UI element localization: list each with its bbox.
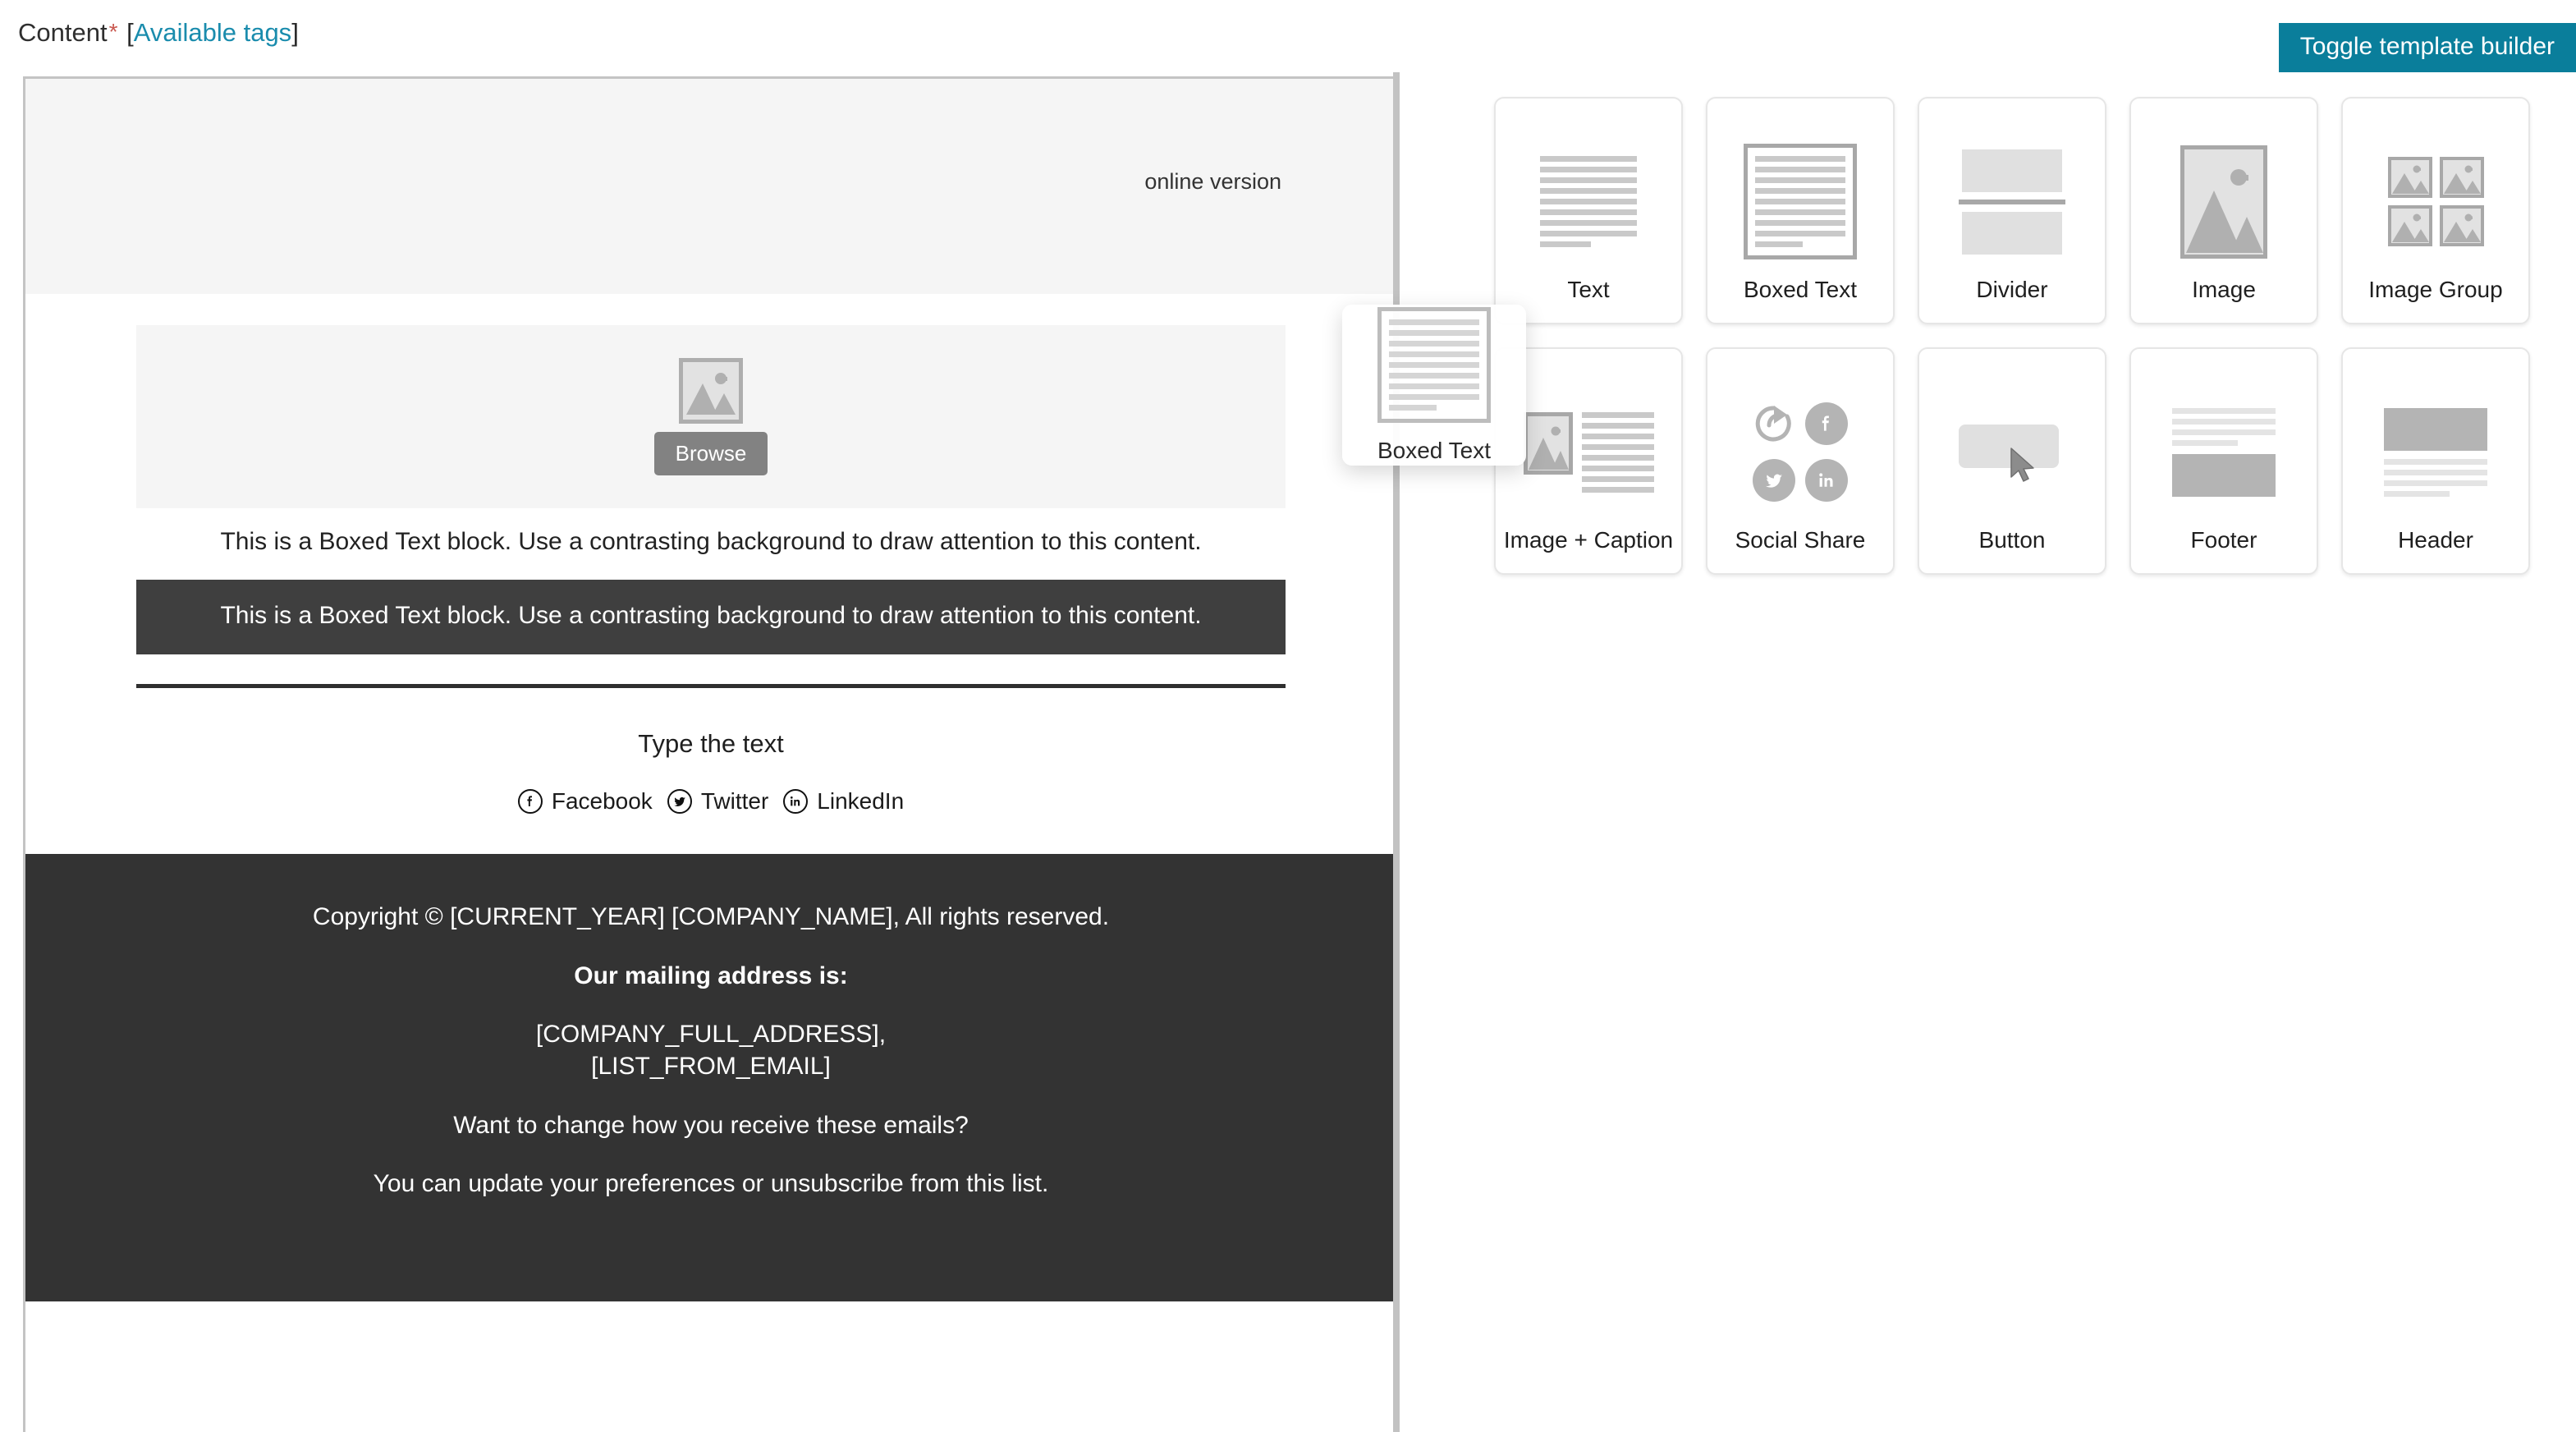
email-body: Browse This is a Boxed Text block. Use a… [25, 325, 1396, 1301]
social-share-block[interactable]: Facebook Twitter LinkedIn [136, 788, 1286, 815]
boxed-text-icon [1377, 306, 1491, 423]
text-icon [1496, 126, 1681, 277]
boxed-text-icon [1707, 126, 1893, 277]
toggle-template-builder-button[interactable]: Toggle template builder [2278, 23, 2576, 72]
required-asterisk: * [108, 19, 118, 44]
social-share-icon [1707, 377, 1893, 527]
block-tile-label: Header [2398, 527, 2473, 553]
block-tile-divider[interactable]: Divider [1918, 97, 2106, 324]
workspace: online version Browse This is a Boxed Te… [0, 72, 2576, 1432]
text-block[interactable]: This is a Boxed Text block. Use a contra… [136, 528, 1286, 557]
social-item-linkedin[interactable]: LinkedIn [768, 788, 904, 815]
drag-ghost-boxed-text[interactable]: Boxed Text [1342, 305, 1526, 466]
social-item-facebook[interactable]: Facebook [517, 788, 653, 815]
block-tile-label: Image + Caption [1503, 527, 1674, 553]
footer-change-preferences: Want to change how you receive these ema… [453, 1111, 969, 1139]
footer-address-line1: [COMPANY_FULL_ADDRESS], [535, 1021, 887, 1049]
content-field-label: Content* [Available tags] [18, 18, 299, 48]
image-group-icon [2343, 126, 2528, 277]
block-tile-label: Divider [1976, 277, 2048, 302]
template-builder-panel: Text Boxed Text Divider Image Image Grou… [1400, 72, 2576, 1432]
content-label-text: Content [18, 18, 108, 47]
block-tile-header[interactable]: Header [2341, 347, 2530, 575]
browse-button[interactable]: Browse [653, 432, 768, 475]
footer-unsubscribe[interactable]: You can update your preferences or unsub… [149, 1168, 1273, 1200]
button-icon [1919, 377, 2105, 527]
twitter-icon [667, 789, 692, 815]
footer-mailing-heading: Our mailing address is: [149, 961, 1273, 992]
block-tile-button[interactable]: Button [1918, 347, 2106, 575]
block-tile-footer[interactable]: Footer [2129, 347, 2318, 575]
image-block[interactable]: Browse [136, 325, 1286, 508]
cursor-arrow-icon [2010, 447, 2037, 488]
bracket-close: ] [291, 18, 299, 47]
footer-copyright: Copyright © [CURRENT_YEAR] [COMPANY_NAME… [312, 903, 1110, 931]
panel-split-divider[interactable] [1393, 72, 1400, 1432]
divider-icon [1919, 126, 2105, 277]
block-tile-label: Button [1978, 527, 2046, 553]
block-tile-text[interactable]: Text [1494, 97, 1683, 324]
linkedin-icon [1805, 459, 1848, 502]
block-tile-social-share[interactable]: Social Share [1706, 347, 1895, 575]
image-placeholder-icon [679, 358, 743, 424]
block-tile-image-group[interactable]: Image Group [2341, 97, 2530, 324]
email-canvas[interactable]: online version Browse This is a Boxed Te… [23, 76, 1396, 1432]
social-label-linkedin: LinkedIn [817, 788, 905, 815]
available-tags-link[interactable]: Available tags [134, 18, 291, 47]
image-icon [2131, 126, 2317, 277]
block-tile-boxed-text[interactable]: Boxed Text [1706, 97, 1895, 324]
block-tile-label: Boxed Text [1743, 277, 1858, 302]
type-text-block[interactable]: Type the text [136, 729, 1286, 759]
block-tile-grid: Text Boxed Text Divider Image Image Grou… [1494, 97, 2539, 575]
social-item-twitter[interactable]: Twitter [653, 788, 768, 815]
email-footer-block[interactable]: Copyright © [CURRENT_YEAR] [COMPANY_NAME… [25, 854, 1396, 1301]
block-tile-label: Text [1567, 277, 1610, 302]
footer-address-line2: [LIST_FROM_EMAIL] [591, 1052, 831, 1080]
drag-ghost-label: Boxed Text [1377, 437, 1492, 463]
block-tile-image[interactable]: Image [2129, 97, 2318, 324]
block-tile-label: Image Group [2368, 277, 2503, 302]
footer-icon [2131, 377, 2317, 527]
block-tile-label: Image [2192, 277, 2256, 302]
bracket-open: [ [126, 18, 134, 47]
linkedin-icon [783, 789, 809, 815]
share-arrow-icon [1753, 402, 1795, 449]
header-icon [2343, 377, 2528, 527]
block-tile-label: Footer [2190, 527, 2257, 553]
boxed-text-block[interactable]: This is a Boxed Text block. Use a contra… [136, 579, 1286, 655]
online-version-link[interactable]: online version [1144, 169, 1281, 195]
block-tile-label: Social Share [1735, 527, 1866, 553]
top-bar: Content* [Available tags] Toggle templat… [0, 0, 2576, 72]
facebook-icon [1805, 402, 1848, 445]
twitter-icon [1753, 459, 1795, 502]
facebook-icon [517, 789, 543, 815]
divider-block[interactable] [136, 684, 1286, 689]
social-label-twitter: Twitter [700, 788, 769, 815]
footer-mailing-heading-text: Our mailing address is: [574, 962, 848, 989]
email-header-band: online version [25, 79, 1396, 294]
footer-address: [COMPANY_FULL_ADDRESS], [LIST_FROM_EMAIL… [149, 1019, 1273, 1082]
social-label-facebook: Facebook [551, 788, 653, 815]
